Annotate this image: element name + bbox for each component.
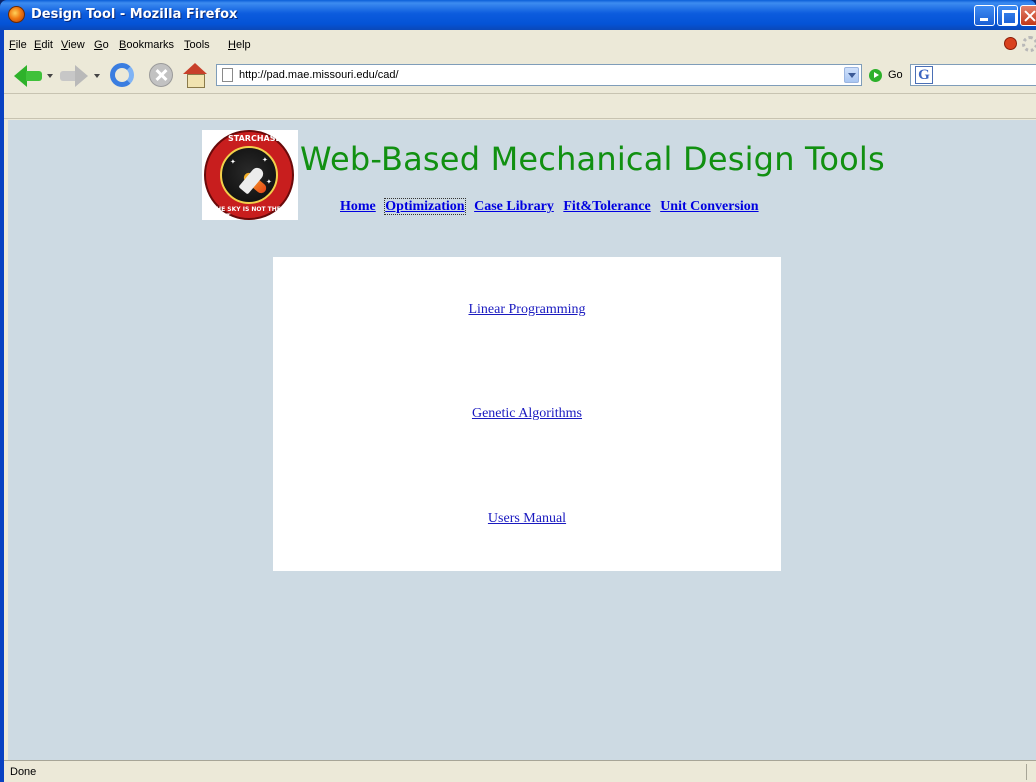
menu-file-label: ile — [15, 39, 27, 51]
address-bar[interactable] — [216, 64, 862, 86]
optimization-panel: Linear Programming Genetic Algorithms Us… — [273, 257, 781, 571]
site-title: Web-Based Mechanical Design Tools — [300, 140, 885, 178]
menu-go[interactable]: Go — [94, 39, 109, 51]
status-separator — [1026, 764, 1027, 780]
menu-go-accel: G — [94, 39, 103, 51]
menu-bookmarks-label: ookmarks — [126, 39, 175, 51]
go-button-label[interactable]: Go — [888, 69, 903, 81]
nav-unit-conversion[interactable]: Unit Conversion — [660, 199, 758, 214]
star-icon: ✦ — [266, 178, 272, 186]
search-box[interactable]: G — [910, 64, 1036, 86]
close-icon — [1021, 6, 1036, 25]
search-engine-icon[interactable]: G — [915, 66, 933, 84]
url-input[interactable] — [239, 67, 829, 83]
star-icon: ✦ — [262, 156, 268, 164]
menu-tools-label: ools — [189, 39, 210, 51]
nav-home[interactable]: Home — [340, 199, 376, 214]
menu-help-label: elp — [235, 39, 251, 51]
menu-edit-label: dit — [41, 39, 53, 51]
starchaser-logo: STARCHASER ✦ ✦ ✦ THE SKY IS NOT THE LIMI… — [202, 130, 298, 220]
url-dropdown-button[interactable] — [844, 67, 859, 83]
nav-fit-tolerance[interactable]: Fit&Tolerance — [563, 199, 650, 214]
close-button[interactable] — [1020, 5, 1036, 26]
nav-optimization[interactable]: Optimization — [384, 198, 466, 215]
error-indicator-icon[interactable] — [1004, 37, 1017, 50]
menu-bookmarks[interactable]: Bookmarks — [119, 39, 174, 51]
forward-button[interactable] — [60, 63, 90, 89]
back-button[interactable] — [14, 63, 44, 89]
menu-file[interactable]: File — [9, 39, 27, 51]
menu-tools[interactable]: Tools — [184, 39, 210, 51]
status-bar: Done — [4, 760, 1036, 782]
page-content: STARCHASER ✦ ✦ ✦ THE SKY IS NOT THE LIMI… — [8, 120, 1036, 760]
menu-go-label: o — [102, 39, 109, 51]
minimize-icon — [975, 6, 994, 25]
linear-programming-link[interactable]: Linear Programming — [273, 302, 781, 318]
window-title: Design Tool - Mozilla Firefox — [31, 7, 238, 22]
go-icon[interactable] — [869, 69, 882, 82]
back-dropdown-icon[interactable] — [47, 74, 53, 78]
menu-view-label: iew — [68, 39, 85, 51]
maximize-icon — [998, 6, 1017, 25]
top-navigation: Home Optimization Case Library Fit&Toler… — [340, 198, 765, 215]
menu-file-accel: F — [9, 39, 16, 51]
menu-bar: File Edit View Go Bookmarks Tools Help — [4, 30, 1036, 58]
firefox-icon — [8, 6, 25, 23]
stop-button[interactable] — [149, 63, 173, 87]
maximize-button[interactable] — [997, 5, 1018, 26]
reload-button[interactable] — [110, 63, 134, 87]
minimize-button[interactable] — [974, 5, 995, 26]
home-button[interactable] — [182, 63, 208, 89]
title-bar: Design Tool - Mozilla Firefox — [0, 0, 1036, 30]
status-text: Done — [10, 766, 37, 778]
forward-dropdown-icon[interactable] — [94, 74, 100, 78]
logo-badge: STARCHASER ✦ ✦ ✦ THE SKY IS NOT THE LIMI… — [204, 130, 294, 220]
menu-help-accel: H — [228, 39, 236, 51]
logo-bottom-text: THE SKY IS NOT THE LIMIT — [212, 206, 281, 220]
menu-view[interactable]: View — [61, 39, 85, 51]
nav-case-library[interactable]: Case Library — [474, 199, 554, 214]
navigation-toolbar: Go G — [4, 58, 1036, 94]
menu-edit[interactable]: Edit — [34, 39, 53, 51]
genetic-algorithms-link[interactable]: Genetic Algorithms — [273, 406, 781, 422]
throbber-icon — [1022, 36, 1036, 52]
logo-top-text: STARCHASER — [228, 134, 288, 143]
logo-center: ✦ ✦ ✦ — [220, 146, 278, 204]
menu-help[interactable]: Help — [228, 39, 251, 51]
users-manual-link[interactable]: Users Manual — [273, 511, 781, 527]
star-icon: ✦ — [230, 158, 236, 166]
page-icon — [222, 68, 233, 82]
bookmarks-toolbar — [4, 95, 1036, 119]
